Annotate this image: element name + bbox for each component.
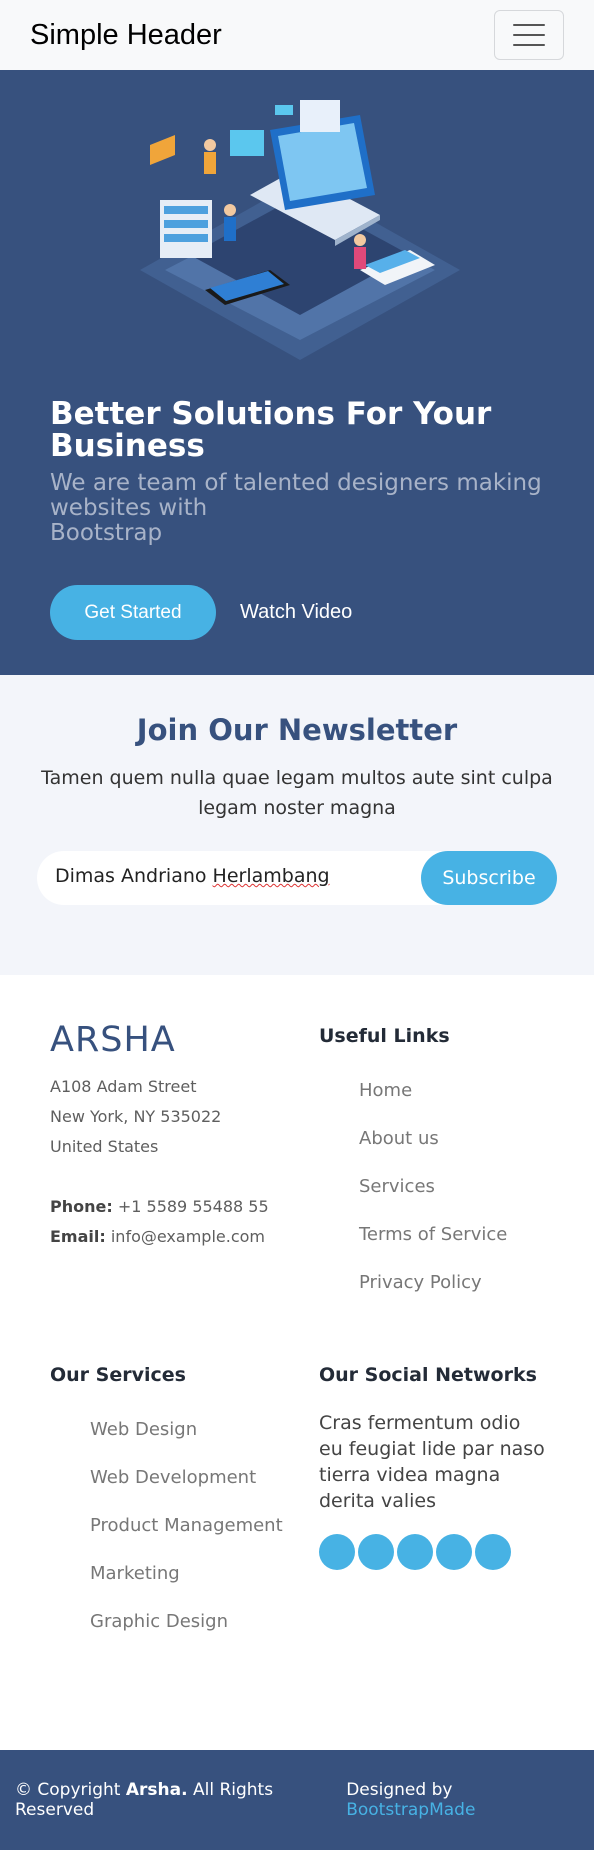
social-text: Cras fermentum odio eu feugiat lide par … <box>319 1412 545 1512</box>
newsletter-section: Join Our Newsletter Tamen quem nulla qua… <box>0 675 594 975</box>
hero-section: Better Solutions For Your Business We ar… <box>0 70 594 675</box>
footer-address: A108 Adam Street New York, NY 535022 Uni… <box>50 1077 222 1156</box>
footer: ARSHA A108 Adam Street New York, NY 5350… <box>0 975 594 1750</box>
service-link-graphic-design[interactable]: Graphic Design <box>90 1598 310 1646</box>
social-title: Our Social Networks <box>319 1364 537 1386</box>
subscribe-button[interactable]: Subscribe <box>421 851 557 905</box>
footer-contact: ARSHA A108 Adam Street New York, NY 5350… <box>50 1020 290 1252</box>
services-column: Our Services Web Design Web Development … <box>50 1364 310 1646</box>
social-icon-1[interactable] <box>319 1534 355 1570</box>
newsletter-form: Dimas Andriano Herlambang Subscribe <box>37 851 557 905</box>
watch-video-link[interactable]: Watch Video <box>240 601 352 624</box>
social-icon-2[interactable] <box>358 1534 394 1570</box>
useful-links-column: Useful Links Home About us Services Term… <box>319 1025 569 1307</box>
social-column: Our Social Networks Cras fermentum odio … <box>319 1364 569 1570</box>
footer-bottom-bar: © Copyright Arsha. All Rights Reserved D… <box>0 1750 594 1850</box>
footer-email: info@example.com <box>110 1227 265 1246</box>
hero-title: Better Solutions For Your Business <box>50 396 492 464</box>
brand-title[interactable]: Simple Header <box>30 19 222 52</box>
social-icons <box>319 1534 569 1570</box>
newsletter-title: Join Our Newsletter <box>136 713 458 747</box>
service-link-product-management[interactable]: Product Management <box>90 1502 310 1550</box>
hamburger-icon <box>513 24 545 26</box>
footer-link-home[interactable]: Home <box>359 1067 569 1115</box>
service-link-marketing[interactable]: Marketing <box>90 1550 310 1598</box>
footer-contact-info: Phone: +1 5589 55488 55 Email: info@exam… <box>50 1197 269 1246</box>
newsletter-text: Tamen quem nulla quae legam multos aute … <box>41 767 553 819</box>
copyright-text: © Copyright Arsha. All Rights Reserved <box>15 1780 274 1820</box>
footer-logo[interactable]: ARSHA <box>50 1020 290 1060</box>
hamburger-menu-button[interactable] <box>494 10 564 60</box>
services-title: Our Services <box>50 1364 186 1386</box>
top-navbar: Simple Header <box>0 0 594 70</box>
service-link-web-design[interactable]: Web Design <box>90 1406 310 1454</box>
service-link-web-development[interactable]: Web Development <box>90 1454 310 1502</box>
hero-actions: Get Started Watch Video <box>50 585 352 640</box>
get-started-button[interactable]: Get Started <box>50 585 216 640</box>
hero-illustration <box>140 100 460 360</box>
footer-link-privacy[interactable]: Privacy Policy <box>359 1259 569 1307</box>
services-list: Web Design Web Development Product Manag… <box>50 1406 310 1646</box>
footer-link-services[interactable]: Services <box>359 1163 569 1211</box>
footer-link-about[interactable]: About us <box>359 1115 569 1163</box>
bootstrapmade-link[interactable]: BootstrapMade <box>346 1800 475 1820</box>
credits-text: Designed by BootstrapMade <box>346 1780 476 1820</box>
useful-links-title: Useful Links <box>319 1025 450 1047</box>
social-icon-5[interactable] <box>475 1534 511 1570</box>
useful-links-list: Home About us Services Terms of Service … <box>319 1067 569 1307</box>
email-input[interactable]: Dimas Andriano Herlambang <box>55 865 330 887</box>
footer-link-terms[interactable]: Terms of Service <box>359 1211 569 1259</box>
social-icon-4[interactable] <box>436 1534 472 1570</box>
hero-subtitle: We are team of talented designers making… <box>50 470 542 546</box>
footer-phone: +1 5589 55488 55 <box>117 1197 269 1216</box>
social-icon-3[interactable] <box>397 1534 433 1570</box>
